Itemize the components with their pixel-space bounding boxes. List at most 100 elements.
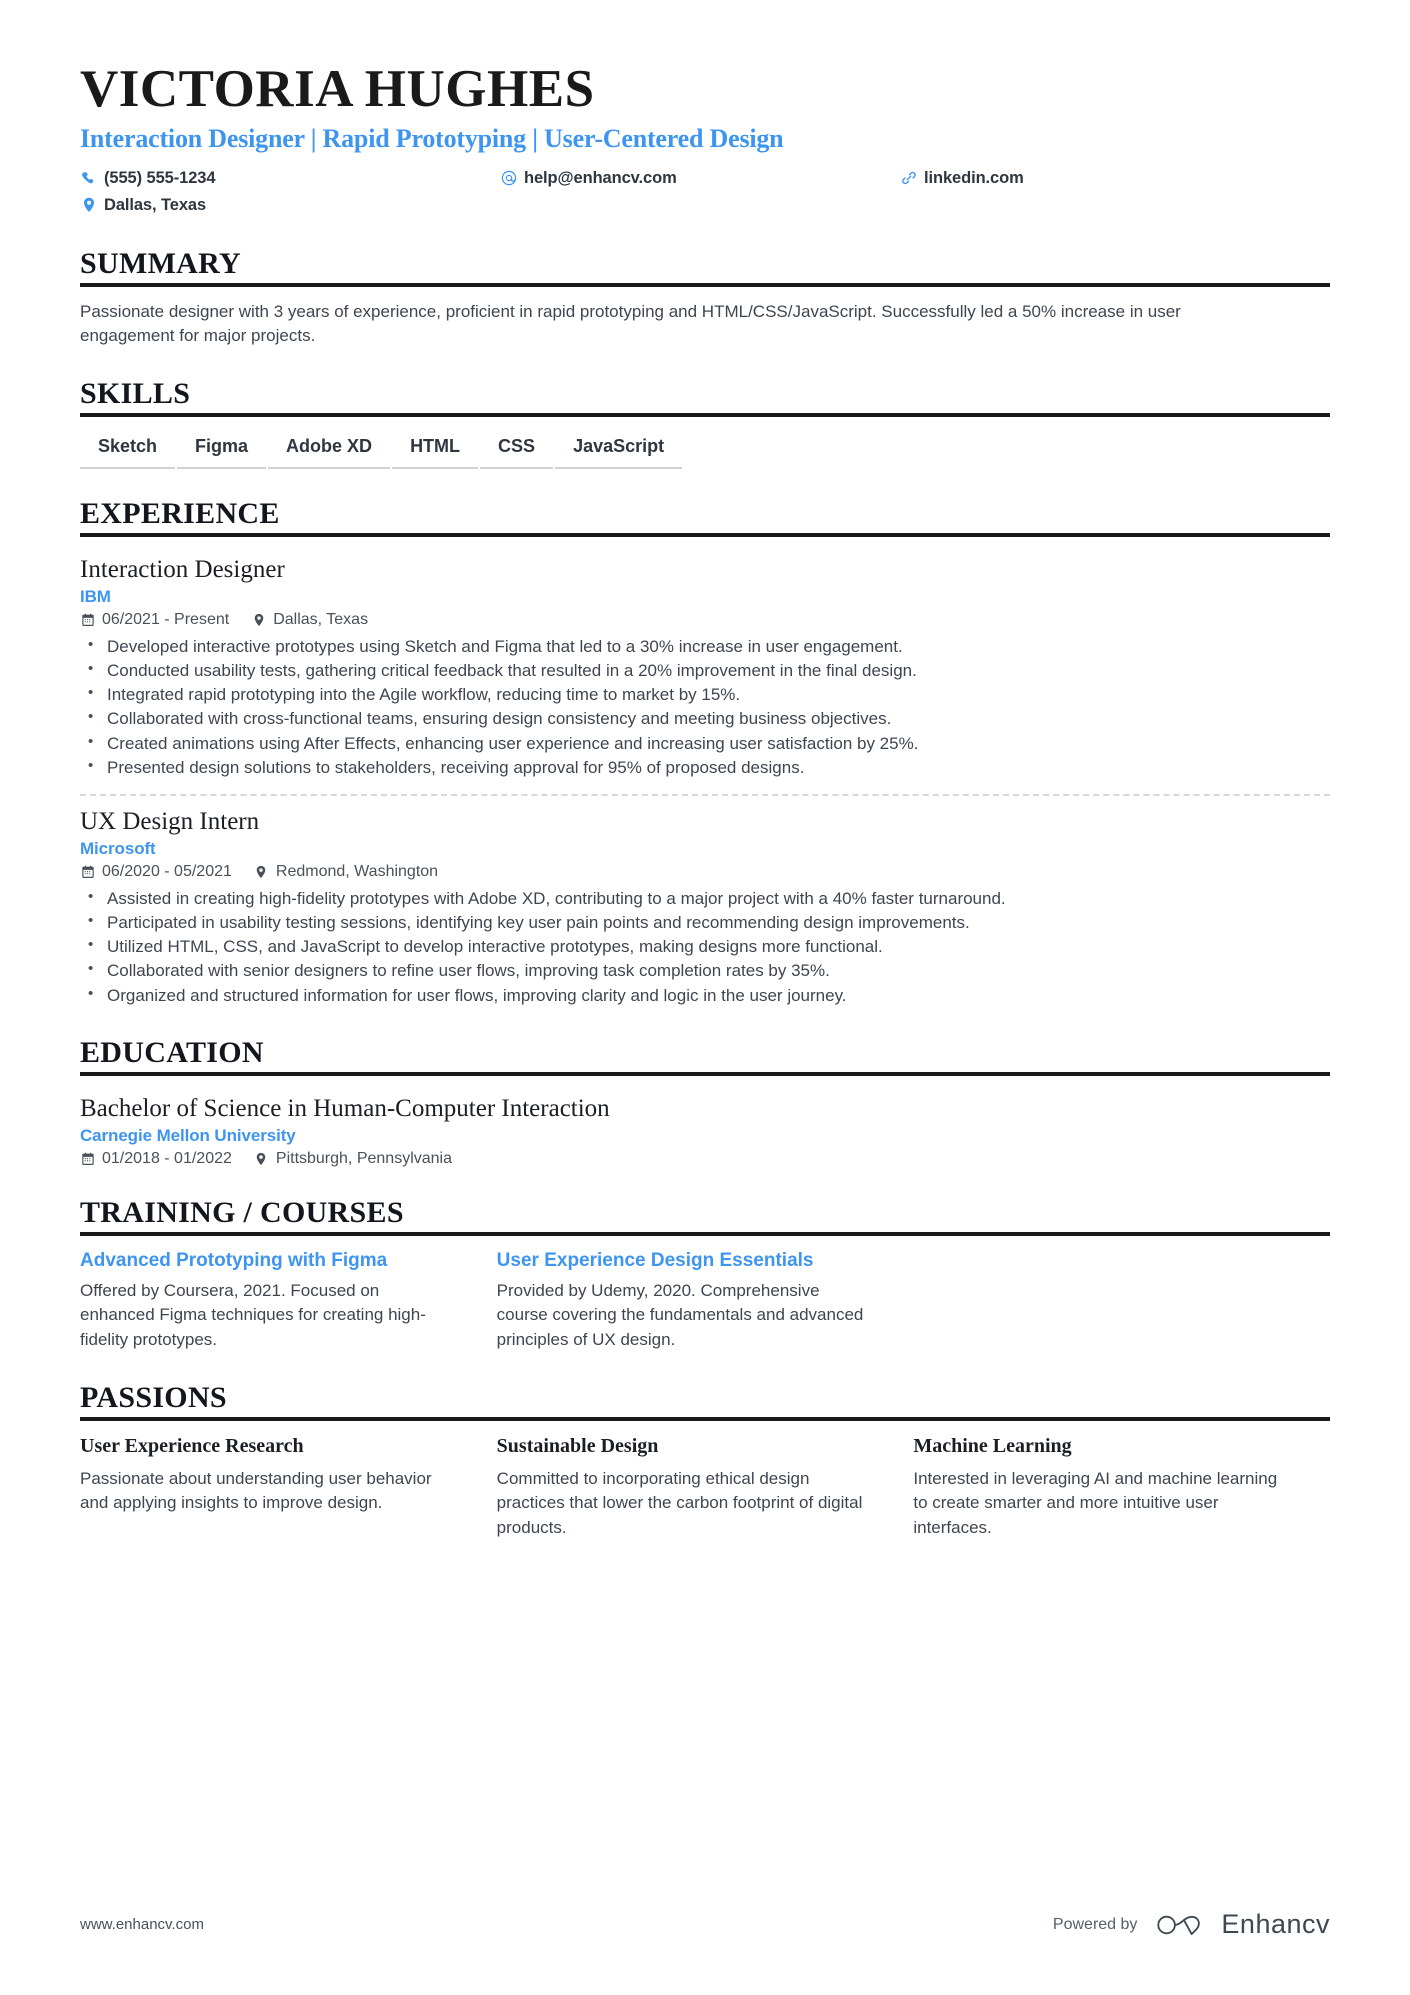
contact-location-value: Dallas, Texas xyxy=(104,195,207,214)
job-dates-value: 06/2021 - Present xyxy=(102,611,230,629)
section-title-skills: SKILLS xyxy=(80,376,191,410)
candidate-headline: Interaction Designer | Rapid Prototyping… xyxy=(80,124,784,154)
calendar-icon xyxy=(80,613,95,628)
location-icon xyxy=(80,197,97,214)
location-icon xyxy=(254,1151,269,1166)
job-company[interactable]: Microsoft xyxy=(80,839,1330,859)
passion-item: User Experience Research Passionate abou… xyxy=(80,1434,497,1541)
job-location: Redmond, Washington xyxy=(254,863,438,881)
skill-chip: CSS xyxy=(480,430,554,469)
contact-phone-value: (555) 555-1234 xyxy=(104,168,216,187)
job-bullets: Assisted in creating high-fidelity proto… xyxy=(80,886,1330,1008)
skill-chip: Sketch xyxy=(80,430,176,469)
job-meta: 06/2021 - Present Dallas, Texas xyxy=(80,611,1330,629)
contact-phone[interactable]: (555) 555-1234 xyxy=(80,165,500,192)
passion-item: Machine Learning Interested in leveragin… xyxy=(913,1434,1330,1541)
job-bullets: Developed interactive prototypes using S… xyxy=(80,634,1330,780)
skill-chip: Adobe XD xyxy=(268,430,391,469)
training-name[interactable]: Advanced Prototyping with Figma xyxy=(80,1249,457,1273)
job-bullet: Utilized HTML, CSS, and JavaScript to de… xyxy=(80,934,1330,959)
training-item-empty xyxy=(913,1249,1330,1353)
school-name[interactable]: Carnegie Mellon University xyxy=(80,1126,1330,1146)
phone-icon xyxy=(80,170,97,187)
enhancv-logo-icon xyxy=(1155,1911,1209,1939)
section-title-experience: EXPERIENCE xyxy=(80,496,280,530)
degree-title: Bachelor of Science in Human-Computer In… xyxy=(80,1094,610,1122)
contact-location[interactable]: Dallas, Texas xyxy=(80,192,500,219)
job-bullet: Conducted usability tests, gathering cri… xyxy=(80,658,1330,683)
section-rule xyxy=(80,412,1330,417)
passion-name: Sustainable Design xyxy=(496,1434,659,1457)
candidate-name: VICTORIA HUGHES xyxy=(80,60,595,118)
education-entry: Bachelor of Science in Human-Computer In… xyxy=(80,1089,1330,1168)
location-icon xyxy=(251,613,266,628)
contact-email-value: help@enhancv.com xyxy=(524,168,677,187)
email-icon xyxy=(500,170,517,187)
section-rule xyxy=(80,282,1330,287)
education-location-value: Pittsburgh, Pennsylvania xyxy=(275,1149,452,1167)
link-icon xyxy=(900,170,917,187)
skill-chip: JavaScript xyxy=(555,430,683,469)
experience-entry: Interaction Designer IBM 06/2021 - Prese… xyxy=(80,550,1330,780)
footer-brand-area: Powered by Enhancv xyxy=(1053,1909,1330,1940)
summary-text: Passionate designer with 3 years of expe… xyxy=(80,301,1181,346)
section-title-passions: PASSIONS xyxy=(80,1380,227,1414)
training-name[interactable]: User Experience Design Essentials xyxy=(497,1249,874,1273)
job-dates-value: 06/2020 - 05/2021 xyxy=(102,863,232,881)
contact-email[interactable]: help@enhancv.com xyxy=(500,165,900,192)
skill-chip: HTML xyxy=(392,430,479,469)
contact-list: (555) 555-1234 help@enhancv.com linkedin… xyxy=(80,165,1080,219)
job-meta: 06/2020 - 05/2021 Redmond, Washington xyxy=(80,863,1330,881)
entry-separator xyxy=(80,793,1330,796)
passion-description: Interested in leveraging AI and machine … xyxy=(913,1468,1278,1537)
training-list: Advanced Prototyping with Figma Offered … xyxy=(80,1249,1330,1353)
resume-page: VICTORIA HUGHES Interaction Designer | R… xyxy=(0,0,1410,1995)
powered-by-label: Powered by xyxy=(1052,1915,1138,1933)
enhancv-brand-name: Enhancv xyxy=(1221,1909,1330,1939)
section-education: EDUCATION Bachelor of Science in Human-C… xyxy=(80,1036,1330,1168)
enhancv-brand[interactable]: Enhancv xyxy=(1155,1909,1330,1940)
section-experience: EXPERIENCE Interaction Designer IBM 06/2… xyxy=(80,497,1330,1008)
passion-description: Passionate about understanding user beha… xyxy=(80,1468,432,1513)
job-bullet: Participated in usability testing sessio… xyxy=(80,910,1330,935)
education-dates-value: 01/2018 - 01/2022 xyxy=(102,1149,232,1167)
contact-linkedin[interactable]: linkedin.com xyxy=(900,165,1080,192)
training-item: Advanced Prototyping with Figma Offered … xyxy=(80,1249,497,1353)
section-rule xyxy=(80,532,1330,537)
passion-name: Machine Learning xyxy=(913,1434,1072,1457)
job-bullet: Presented design solutions to stakeholde… xyxy=(80,755,1330,780)
resume-header: VICTORIA HUGHES Interaction Designer | R… xyxy=(80,60,1330,219)
section-passions: PASSIONS User Experience Research Passio… xyxy=(80,1381,1330,1541)
calendar-icon xyxy=(80,1151,95,1166)
section-title-summary: SUMMARY xyxy=(80,246,242,280)
education-dates: 01/2018 - 01/2022 xyxy=(80,1150,232,1168)
passion-item: Sustainable Design Committed to incorpor… xyxy=(497,1434,914,1541)
training-description: Offered by Coursera, 2021. Focused on en… xyxy=(80,1280,426,1349)
training-item: User Experience Design Essentials Provid… xyxy=(497,1249,914,1353)
section-rule xyxy=(80,1416,1330,1421)
section-summary: SUMMARY Passionate designer with 3 years… xyxy=(80,247,1330,349)
job-role: UX Design Intern xyxy=(80,807,260,835)
section-rule xyxy=(80,1231,1330,1236)
education-meta: 01/2018 - 01/2022 Pittsburgh, Pennsylvan… xyxy=(80,1150,1330,1168)
job-dates: 06/2020 - 05/2021 xyxy=(80,863,232,881)
calendar-icon xyxy=(80,865,95,880)
job-bullet: Assisted in creating high-fidelity proto… xyxy=(80,886,1330,911)
job-bullet: Collaborated with senior designers to re… xyxy=(80,958,1330,983)
footer-url[interactable]: www.enhancv.com xyxy=(80,1916,204,1933)
passions-list: User Experience Research Passionate abou… xyxy=(80,1434,1330,1541)
job-company[interactable]: IBM xyxy=(80,587,1330,607)
page-footer: www.enhancv.com Powered by Enhancv xyxy=(80,1909,1330,1940)
section-title-education: EDUCATION xyxy=(80,1035,264,1069)
section-rule xyxy=(80,1071,1330,1076)
job-location-value: Redmond, Washington xyxy=(275,863,439,881)
job-location-value: Dallas, Texas xyxy=(273,611,369,629)
section-skills: SKILLS Sketch Figma Adobe XD HTML CSS Ja… xyxy=(80,377,1330,469)
job-bullet: Created animations using After Effects, … xyxy=(80,731,1330,756)
education-location: Pittsburgh, Pennsylvania xyxy=(254,1150,452,1168)
job-role: Interaction Designer xyxy=(80,555,285,583)
location-icon xyxy=(254,865,269,880)
skills-list: Sketch Figma Adobe XD HTML CSS JavaScrip… xyxy=(80,430,1330,469)
job-dates: 06/2021 - Present xyxy=(80,611,229,629)
contact-linkedin-value: linkedin.com xyxy=(924,168,1024,187)
